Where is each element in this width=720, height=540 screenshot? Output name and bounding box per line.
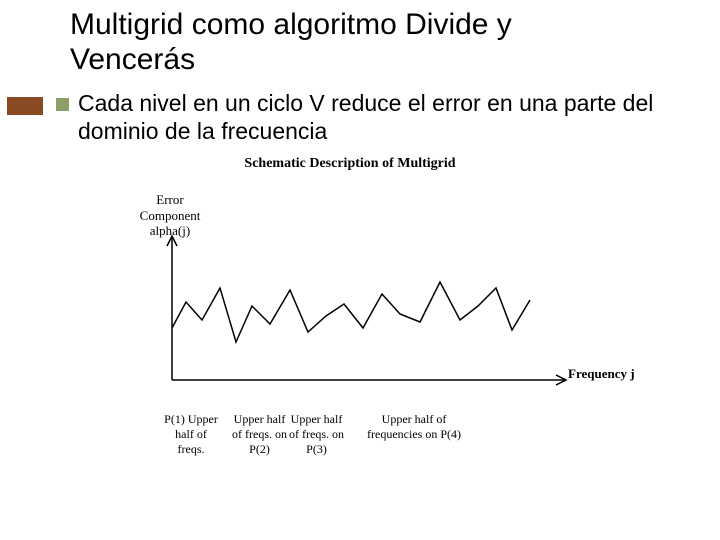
body-text: Cada nivel en un ciclo V reduce el error… (78, 90, 668, 145)
slide: Multigrid como algoritmo Divide y Vencer… (0, 0, 720, 540)
freq-label-p2: Upper half of freqs. on P(2) (232, 412, 287, 457)
accent-bar (7, 97, 43, 115)
freq-label-p1: P(1) Upper half of freqs. (161, 412, 221, 457)
page-title: Multigrid como algoritmo Divide y Vencer… (70, 8, 630, 77)
chart (150, 230, 580, 390)
x-axis-label: Frequency j (568, 366, 635, 382)
freq-label-p3: Upper half of freqs. on P(3) (289, 412, 344, 457)
figure-title: Schematic Description of Multigrid (200, 156, 500, 172)
chart-svg (150, 230, 580, 390)
error-curve (172, 282, 530, 342)
bullet-icon (56, 98, 69, 111)
freq-label-p4: Upper half of frequencies on P(4) (359, 412, 469, 442)
